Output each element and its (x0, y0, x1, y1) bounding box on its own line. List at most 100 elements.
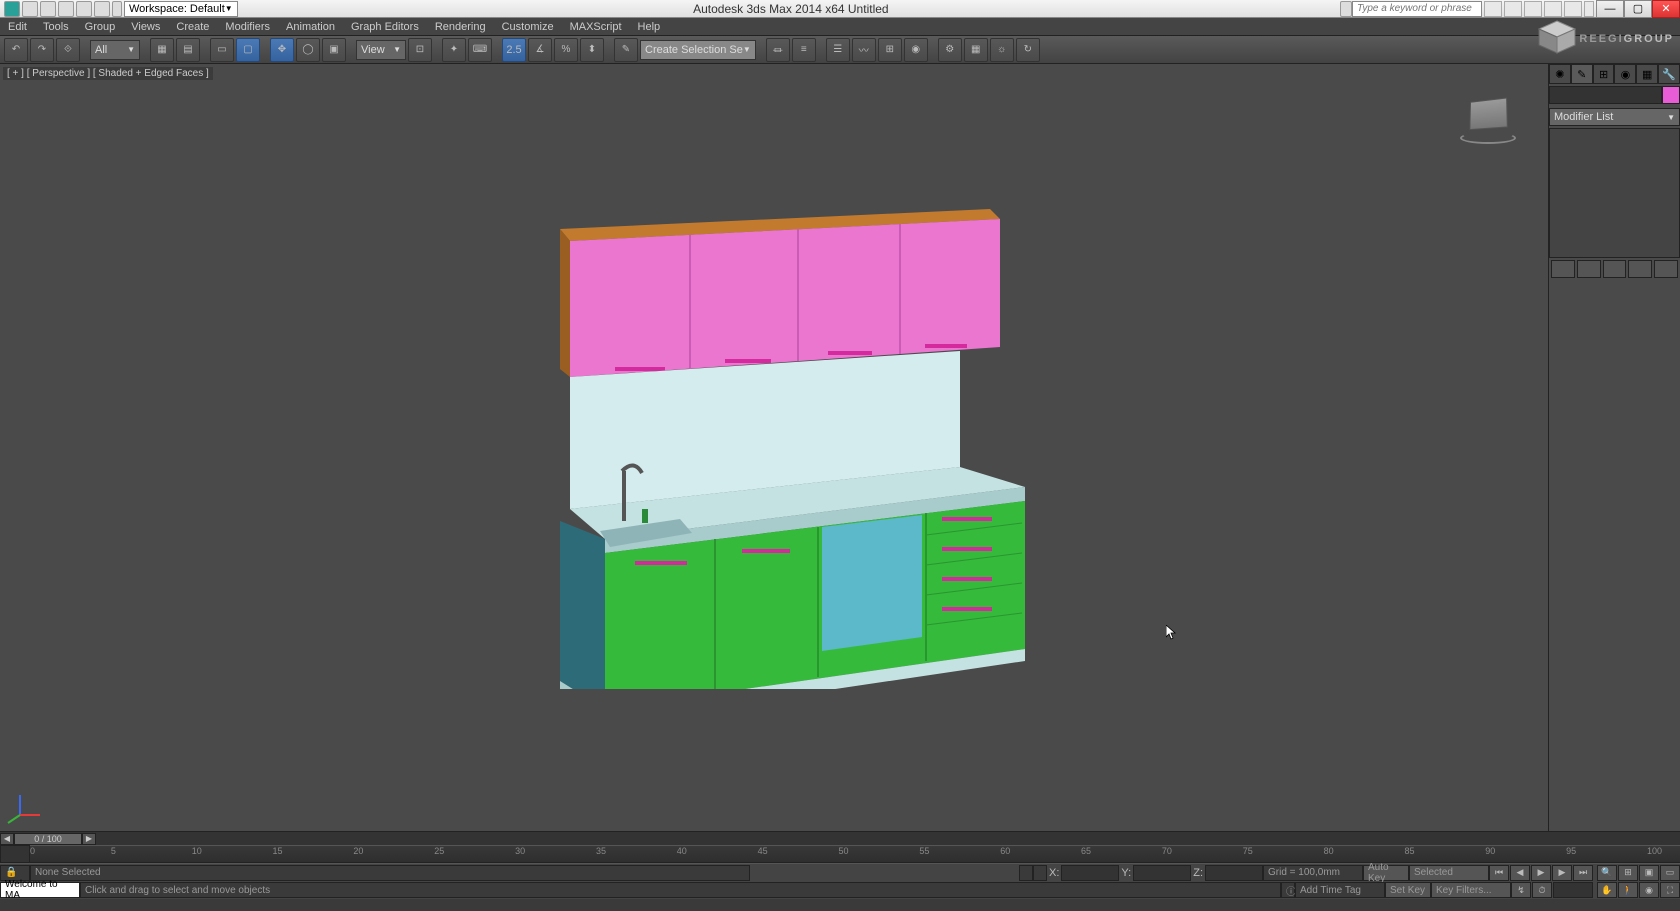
exchange-icon[interactable] (1524, 1, 1542, 17)
modify-tab[interactable]: ✎ (1571, 64, 1593, 84)
maximize-button[interactable]: ▢ (1624, 0, 1652, 18)
select-button[interactable]: ▦ (150, 38, 174, 62)
help-icon[interactable] (1564, 1, 1582, 17)
menu-modifiers[interactable]: Modifiers (225, 21, 270, 33)
viewport-geometry[interactable] (560, 209, 1030, 689)
keyboard-shortcut-button[interactable]: ⌨ (468, 38, 492, 62)
zoom-region-button[interactable]: ▭ (1660, 865, 1680, 881)
keyfilters-button[interactable]: Key Filters... (1431, 882, 1511, 898)
zoom-button[interactable]: 🔍 (1597, 865, 1617, 881)
comm-center-button[interactable]: ⓘ (1281, 882, 1295, 898)
link-button[interactable]: ⟐ (56, 38, 80, 62)
pan-button[interactable]: ✋ (1597, 882, 1617, 898)
play-button[interactable]: ▶ (1531, 865, 1551, 881)
undo-button[interactable]: ↶ (4, 38, 28, 62)
help-dropdown-icon[interactable] (1584, 1, 1594, 17)
current-frame-input[interactable] (1553, 882, 1593, 898)
window-crossing-button[interactable]: ▢ (236, 38, 260, 62)
percent-snap-button[interactable]: % (554, 38, 578, 62)
material-editor-button[interactable]: ◉ (904, 38, 928, 62)
close-button[interactable]: ✕ (1652, 0, 1680, 18)
menu-create[interactable]: Create (176, 21, 209, 33)
select-by-name-button[interactable]: ▤ (176, 38, 200, 62)
new-icon[interactable] (22, 1, 38, 17)
make-unique-button[interactable] (1603, 260, 1627, 278)
key-mode-toggle[interactable]: ↯ (1511, 882, 1531, 898)
utilities-tab[interactable]: 🔧 (1658, 64, 1680, 84)
pivot-button[interactable]: ⊡ (408, 38, 432, 62)
modifier-list-dropdown[interactable]: Modifier List▼ (1549, 108, 1680, 126)
max-viewport-button[interactable]: ⛶ (1660, 882, 1680, 898)
curve-editor-button[interactable]: 〰 (852, 38, 876, 62)
timeslider-thumb[interactable]: 0 / 100 (14, 833, 82, 845)
undo-icon[interactable] (76, 1, 92, 17)
scale-button[interactable]: ▣ (322, 38, 346, 62)
move-button[interactable]: ✥ (270, 38, 294, 62)
setkey-button[interactable]: Set Key (1385, 882, 1431, 898)
timeslider-prev[interactable]: ◀ (0, 833, 14, 845)
remove-modifier-button[interactable] (1628, 260, 1652, 278)
app-menu-icon[interactable] (4, 1, 20, 17)
named-selection-sets[interactable]: Create Selection Se▼ (640, 40, 756, 60)
zoom-all-button[interactable]: ⊞ (1618, 865, 1638, 881)
align-button[interactable]: ≡ (792, 38, 816, 62)
hierarchy-tab[interactable]: ⊞ (1593, 64, 1615, 84)
render-button[interactable]: ☼ (990, 38, 1014, 62)
menu-rendering[interactable]: Rendering (435, 21, 486, 33)
menu-views[interactable]: Views (131, 21, 160, 33)
walk-button[interactable]: 🚶 (1618, 882, 1638, 898)
create-tab[interactable]: ✺ (1549, 64, 1571, 84)
trackbar-toggle[interactable] (0, 845, 30, 863)
menu-help[interactable]: Help (638, 21, 661, 33)
minimize-button[interactable]: — (1596, 0, 1624, 18)
search-input[interactable] (1352, 1, 1482, 17)
viewport-label[interactable]: [ + ] [ Perspective ] [ Shaded + Edged F… (3, 67, 213, 80)
add-time-tag-button[interactable]: Add Time Tag (1295, 882, 1385, 898)
redo-icon[interactable] (94, 1, 110, 17)
object-color-swatch[interactable] (1662, 86, 1680, 104)
manipulate-button[interactable]: ✦ (442, 38, 466, 62)
key-mode-dropdown[interactable]: Selected (1409, 865, 1489, 881)
timeslider-next[interactable]: ▶ (82, 833, 96, 845)
object-name-input[interactable] (1549, 86, 1662, 104)
infocenter-toggle-icon[interactable] (1340, 1, 1352, 17)
menu-maxscript[interactable]: MAXScript (570, 21, 622, 33)
render-setup-button[interactable]: ⚙ (938, 38, 962, 62)
time-slider[interactable]: ◀ 0 / 100 ▶ (0, 831, 1680, 845)
rect-region-button[interactable]: ▭ (210, 38, 234, 62)
search-icon[interactable] (1484, 1, 1502, 17)
y-input[interactable] (1133, 865, 1191, 881)
spinner-snap-button[interactable]: ⬍ (580, 38, 604, 62)
menu-group[interactable]: Group (85, 21, 116, 33)
relative-mode-button[interactable] (1033, 865, 1047, 881)
z-input[interactable] (1205, 865, 1263, 881)
angle-snap-button[interactable]: ∡ (528, 38, 552, 62)
motion-tab[interactable]: ◉ (1614, 64, 1636, 84)
x-input[interactable] (1061, 865, 1119, 881)
mirror-button[interactable]: ⏛ (766, 38, 790, 62)
menu-customize[interactable]: Customize (502, 21, 554, 33)
next-frame-button[interactable]: ▶ (1552, 865, 1572, 881)
rotate-button[interactable]: ◯ (296, 38, 320, 62)
maxscript-prompt[interactable]: Welcome to MA (0, 882, 80, 898)
zoom-extents-button[interactable]: ▣ (1639, 865, 1659, 881)
subscription-icon[interactable] (1504, 1, 1522, 17)
show-end-result-button[interactable] (1577, 260, 1601, 278)
save-icon[interactable] (58, 1, 74, 17)
open-icon[interactable] (40, 1, 56, 17)
schematic-view-button[interactable]: ⊞ (878, 38, 902, 62)
orbit-button[interactable]: ◉ (1639, 882, 1659, 898)
configure-sets-button[interactable] (1654, 260, 1678, 278)
display-tab[interactable]: ▦ (1636, 64, 1658, 84)
viewcube-cube[interactable] (1469, 98, 1507, 131)
snap-toggle-button[interactable]: 2.5 (502, 38, 526, 62)
absolute-mode-button[interactable] (1019, 865, 1033, 881)
prev-frame-button[interactable]: ◀ (1510, 865, 1530, 881)
edit-named-sel-button[interactable]: ✎ (614, 38, 638, 62)
render-iterative-button[interactable]: ↻ (1016, 38, 1040, 62)
menu-animation[interactable]: Animation (286, 21, 335, 33)
viewcube[interactable] (1458, 94, 1518, 144)
menu-tools[interactable]: Tools (43, 21, 69, 33)
autokey-button[interactable]: Auto Key (1363, 865, 1409, 881)
rendered-frame-button[interactable]: ▦ (964, 38, 988, 62)
